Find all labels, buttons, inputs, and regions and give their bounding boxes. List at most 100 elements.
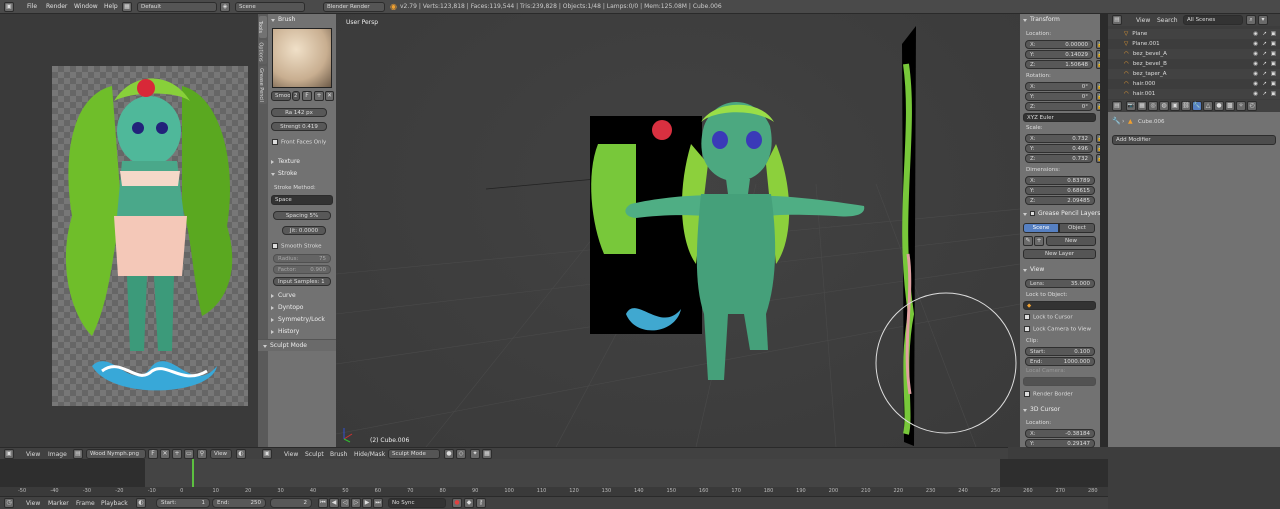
timeline-menu-view[interactable]: View	[26, 500, 40, 507]
image-menu-view[interactable]: View	[26, 451, 40, 458]
symmetry-section-header[interactable]: Symmetry/Lock	[268, 314, 336, 325]
spacing-field[interactable]: Spacing 5%	[273, 211, 331, 220]
gp-object-toggle[interactable]: Object	[1059, 223, 1095, 233]
menu-window[interactable]: Window	[74, 3, 98, 10]
next-keyframe-icon[interactable]: ▶	[362, 498, 372, 508]
rotation-y-field[interactable]: Y: 0°	[1025, 92, 1093, 101]
manipulator-icon[interactable]: ✦	[470, 449, 480, 459]
physics-tab-icon[interactable]: ◴	[1247, 101, 1257, 111]
gp-new-layer-button[interactable]: New Layer	[1023, 249, 1096, 259]
outliner-item[interactable]: ▽ Plane.001 ◉ ➚ ▣	[1108, 39, 1280, 49]
render-camera-icon[interactable]: ▣	[1271, 69, 1276, 79]
dimension-y-field[interactable]: Y: 0.68615	[1025, 186, 1095, 195]
shading-solid-icon[interactable]: ●	[444, 449, 454, 459]
modifiers-tab-icon[interactable]: 🔧	[1192, 101, 1202, 111]
start-frame-field[interactable]: Start: 1	[156, 498, 210, 508]
editor-type-icon[interactable]: ▣	[4, 2, 14, 12]
record-icon[interactable]: ●	[452, 498, 462, 508]
scene-tab-icon[interactable]: ◎	[1148, 101, 1158, 111]
editor-type-icon[interactable]: ◷	[4, 498, 14, 508]
current-frame-indicator[interactable]	[192, 459, 194, 487]
pin-icon[interactable]: ⚲	[197, 449, 207, 459]
view-section-header[interactable]: View	[1020, 264, 1108, 275]
image-menu-image[interactable]: Image	[48, 451, 67, 458]
material-tab-icon[interactable]: ●	[1214, 101, 1224, 111]
3d-cursor-section-header[interactable]: 3D Cursor	[1020, 404, 1108, 415]
clip-end-field[interactable]: End: 1000.000	[1025, 357, 1095, 366]
scene-select[interactable]: Scene	[235, 2, 305, 12]
image-canvas[interactable]	[52, 66, 248, 406]
visibility-eye-icon[interactable]: ◉	[1253, 39, 1258, 49]
object-tab-icon[interactable]: ▣	[1170, 101, 1180, 111]
image-name-field[interactable]: Wood Nymph.png	[86, 449, 146, 459]
grease-pencil-layers-header[interactable]: Grease Pencil Layers	[1020, 208, 1108, 219]
visibility-eye-icon[interactable]: ◉	[1253, 69, 1258, 79]
add-brush-icon[interactable]: +	[314, 91, 324, 101]
brush-section-header[interactable]: Brush	[268, 14, 336, 25]
selectability-arrow-icon[interactable]: ➚	[1262, 89, 1267, 99]
render-camera-icon[interactable]: ▣	[1271, 29, 1276, 39]
pivot-icon[interactable]: ◇	[456, 449, 466, 459]
add-modifier-dropdown[interactable]: Add Modifier	[1112, 135, 1276, 145]
outliner-item[interactable]: ◠ bez_bevel_A ◉ ➚ ▣	[1108, 49, 1280, 59]
viewport-menu-brush[interactable]: Brush	[330, 451, 347, 458]
jump-end-icon[interactable]: ⏭	[373, 498, 383, 508]
new-image-icon[interactable]: +	[172, 449, 182, 459]
render-tab-icon[interactable]: 📷	[1126, 101, 1136, 111]
viewport-menu-sculpt[interactable]: Sculpt	[305, 451, 324, 458]
selectability-arrow-icon[interactable]: ➚	[1262, 49, 1267, 59]
play-reverse-icon[interactable]: ◁	[340, 498, 350, 508]
render-camera-icon[interactable]: ▣	[1271, 49, 1276, 59]
constraints-tab-icon[interactable]: ⛓	[1181, 101, 1191, 111]
stroke-section-header[interactable]: Stroke	[268, 168, 336, 179]
display-channels-icon[interactable]: ◐	[236, 449, 246, 459]
scene-icon[interactable]: ◈	[220, 2, 230, 12]
data-tab-icon[interactable]: △	[1203, 101, 1213, 111]
sculpt-mode-operator-header[interactable]: Sculpt Mode	[260, 340, 330, 351]
menu-render[interactable]: Render	[46, 3, 67, 10]
scale-x-field[interactable]: X: 0.732	[1025, 134, 1093, 143]
dimension-x-field[interactable]: X: 0.83789	[1025, 176, 1095, 185]
outliner-display-select[interactable]: All Scenes	[1183, 15, 1243, 25]
editor-type-icon[interactable]: ▣	[262, 449, 272, 459]
rotation-z-field[interactable]: Z: 0°	[1025, 102, 1093, 111]
layers-icon[interactable]: ▦	[482, 449, 492, 459]
scale-z-field[interactable]: Z: 0.732	[1025, 154, 1093, 163]
outliner-menu-search[interactable]: Search	[1157, 17, 1178, 24]
visibility-eye-icon[interactable]: ◉	[1253, 49, 1258, 59]
prev-keyframe-icon[interactable]: ◀	[329, 498, 339, 508]
selectability-arrow-icon[interactable]: ➚	[1262, 59, 1267, 69]
particles-tab-icon[interactable]: ✧	[1236, 101, 1246, 111]
front-faces-checkbox[interactable]: Front Faces Only	[272, 139, 326, 146]
outliner-item[interactable]: ◠ bez_taper_A ◉ ➚ ▣	[1108, 69, 1280, 79]
layers-tab-icon[interactable]: ▦	[1137, 101, 1147, 111]
outliner-item[interactable]: ◠ bez_bevel_B ◉ ➚ ▣	[1108, 59, 1280, 69]
location-y-field[interactable]: Y: 0.14029	[1025, 50, 1093, 59]
location-x-field[interactable]: X: 0.00000	[1025, 40, 1093, 49]
play-icon[interactable]: ▷	[351, 498, 361, 508]
current-frame-field[interactable]: 2	[270, 498, 312, 508]
dimension-z-field[interactable]: Z: 2.09485	[1025, 196, 1095, 205]
lens-field[interactable]: Lens: 35.000	[1025, 279, 1095, 288]
texture-tab-icon[interactable]: ▩	[1225, 101, 1235, 111]
history-section-header[interactable]: History	[268, 326, 336, 337]
render-engine-select[interactable]: Blender Render	[323, 2, 385, 12]
outliner-item[interactable]: ◠ hair.000 ◉ ➚ ▣	[1108, 79, 1280, 89]
keying-icon[interactable]: ◆	[464, 498, 474, 508]
rotation-mode-select[interactable]: XYZ Euler	[1023, 113, 1096, 122]
open-image-icon[interactable]: ▭	[184, 449, 194, 459]
timeline-menu-marker[interactable]: Marker	[48, 500, 69, 507]
render-camera-icon[interactable]: ▣	[1271, 89, 1276, 99]
mode-select[interactable]: Sculpt Mode	[388, 449, 440, 459]
selectability-arrow-icon[interactable]: ➚	[1262, 69, 1267, 79]
fake-user-icon[interactable]: F	[302, 91, 312, 101]
layout-select[interactable]: Default	[137, 2, 217, 12]
search-icon[interactable]: ⌕	[1246, 15, 1256, 25]
filter-icon[interactable]: ▾	[1258, 15, 1268, 25]
clip-start-field[interactable]: Start: 0.100	[1025, 347, 1095, 356]
stroke-method-select[interactable]: Space	[271, 195, 333, 205]
visibility-eye-icon[interactable]: ◉	[1253, 59, 1258, 69]
render-border-checkbox[interactable]: Render Border	[1024, 391, 1073, 398]
tab-options[interactable]: Options	[258, 40, 267, 64]
timeline-menu-frame[interactable]: Frame	[76, 500, 95, 507]
